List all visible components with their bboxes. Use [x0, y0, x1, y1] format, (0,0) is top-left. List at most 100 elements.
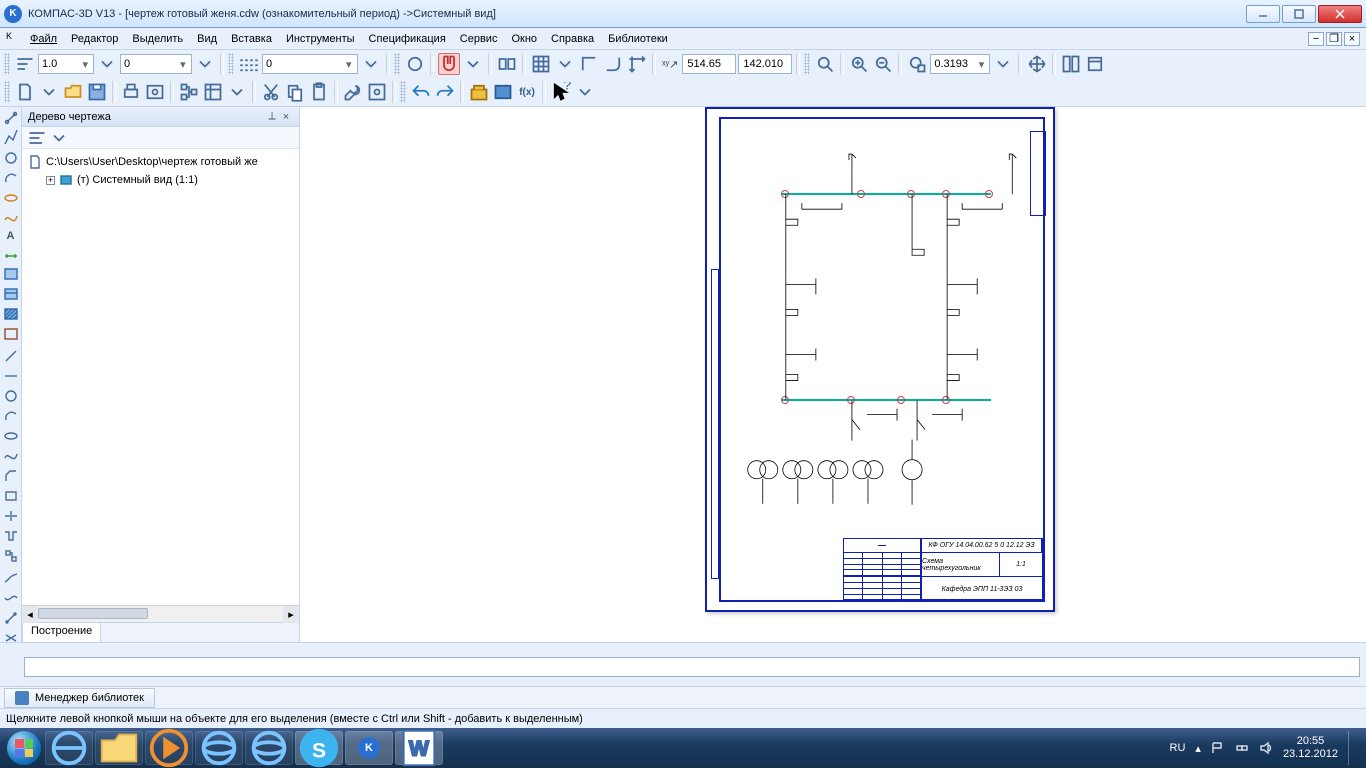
- hatch2-button[interactable]: [2, 325, 20, 343]
- edit-hline-button[interactable]: [2, 367, 20, 385]
- system-tray[interactable]: RU ▴ 20:55 23.12.2012: [1170, 731, 1362, 765]
- minimize-button[interactable]: [1246, 5, 1280, 23]
- toolbar-grip[interactable]: [804, 53, 810, 75]
- round-button[interactable]: [602, 53, 624, 75]
- snap-toggle-button[interactable]: [404, 53, 426, 75]
- edit-spline-button[interactable]: [2, 447, 20, 465]
- mdi-close-button[interactable]: ×: [1344, 32, 1360, 46]
- menu-select[interactable]: Выделить: [126, 31, 189, 47]
- toolbar-grip[interactable]: [228, 53, 234, 75]
- layer-combo[interactable]: ▾: [120, 54, 192, 74]
- layer-more-button[interactable]: [194, 53, 216, 75]
- local-cs-button[interactable]: [626, 53, 648, 75]
- geom-arc-button[interactable]: [2, 169, 20, 187]
- mdi-minimize-button[interactable]: −: [1308, 32, 1324, 46]
- menu-file[interactable]: Файл: [24, 31, 63, 47]
- panel-tab[interactable]: Построение: [22, 622, 101, 642]
- zoom-combo[interactable]: ▾: [930, 54, 990, 74]
- grid-button[interactable]: [530, 53, 552, 75]
- ortho-button[interactable]: [578, 53, 600, 75]
- geom-spline-button[interactable]: [2, 209, 20, 227]
- expand-icon[interactable]: +: [46, 176, 55, 185]
- close-button[interactable]: [1318, 5, 1362, 23]
- geom-ellipse-button[interactable]: [2, 189, 20, 207]
- toolbar-grip[interactable]: [394, 53, 400, 75]
- geom-circle-button[interactable]: [2, 149, 20, 167]
- taskbar-ie2-button[interactable]: [195, 731, 243, 765]
- snap-settings-button[interactable]: [462, 53, 484, 75]
- current-state-button[interactable]: [14, 53, 36, 75]
- maximize-button[interactable]: [1282, 5, 1316, 23]
- tree-root-node[interactable]: C:\Users\User\Desktop\чертеж готовый же: [22, 153, 299, 171]
- hatch-button[interactable]: [2, 305, 20, 323]
- scroll-thumb[interactable]: [38, 608, 148, 619]
- tray-chevron-icon[interactable]: ▴: [1195, 742, 1201, 755]
- taskbar-kompas-button[interactable]: K: [345, 731, 393, 765]
- edit-ellipse-button[interactable]: [2, 427, 20, 445]
- menu-window[interactable]: Окно: [505, 31, 543, 47]
- style-combo[interactable]: ▾: [262, 54, 358, 74]
- menu-help[interactable]: Справка: [545, 31, 600, 47]
- tray-network-icon[interactable]: [1235, 741, 1249, 755]
- table-button[interactable]: [2, 265, 20, 283]
- zoom-in-button[interactable]: [848, 53, 870, 75]
- zoom-input[interactable]: [934, 58, 976, 70]
- tree-hscroll[interactable]: ◂ ▸: [22, 605, 299, 622]
- zoom-out-button[interactable]: [872, 53, 894, 75]
- style-more-button[interactable]: [360, 53, 382, 75]
- mdi-restore-button[interactable]: ❐: [1326, 32, 1342, 46]
- cut-button[interactable]: [260, 81, 282, 103]
- menu-insert[interactable]: Вставка: [225, 31, 278, 47]
- paste-button[interactable]: [308, 81, 330, 103]
- new-dd-button[interactable]: [38, 81, 60, 103]
- table2-button[interactable]: [2, 285, 20, 303]
- menu-spec[interactable]: Спецификация: [363, 31, 452, 47]
- edit-conn-button[interactable]: [2, 527, 20, 545]
- tree-body[interactable]: C:\Users\User\Desktop\чертеж готовый же …: [22, 149, 299, 605]
- tray-volume-icon[interactable]: [1259, 741, 1273, 755]
- copy-button[interactable]: [284, 81, 306, 103]
- variables-button[interactable]: [492, 81, 514, 103]
- linestyle-button[interactable]: [238, 53, 260, 75]
- tree-dd-button[interactable]: [48, 127, 70, 149]
- zoom-dd-button[interactable]: [992, 53, 1014, 75]
- print-button[interactable]: [120, 81, 142, 103]
- taskbar-skype-button[interactable]: S: [295, 731, 343, 765]
- scroll-right-button[interactable]: ▸: [283, 606, 299, 623]
- menu-tools[interactable]: Инструменты: [280, 31, 361, 47]
- scroll-left-button[interactable]: ◂: [22, 606, 38, 623]
- toolbar-grip[interactable]: [4, 81, 10, 103]
- pin-button[interactable]: ⟂: [265, 110, 279, 123]
- pan-button[interactable]: [1026, 53, 1048, 75]
- tray-lang[interactable]: RU: [1170, 742, 1186, 754]
- library-manager-tab[interactable]: Менеджер библиотек: [4, 688, 155, 708]
- edit-trim-button[interactable]: [2, 507, 20, 525]
- tray-clock[interactable]: 20:55 23.12.2012: [1283, 735, 1338, 761]
- geom-multiline-button[interactable]: [2, 129, 20, 147]
- edit-line-button[interactable]: [2, 347, 20, 365]
- param-button[interactable]: [496, 53, 518, 75]
- panel-close-button[interactable]: ×: [279, 111, 293, 123]
- edit-arc-button[interactable]: [2, 407, 20, 425]
- help-dd-button[interactable]: [574, 81, 596, 103]
- menu-edit[interactable]: Редактор: [65, 31, 124, 47]
- tree-button[interactable]: [178, 81, 200, 103]
- taskbar-ie3-button[interactable]: [245, 731, 293, 765]
- tree-view-button[interactable]: [26, 127, 48, 149]
- redo-button[interactable]: [434, 81, 456, 103]
- grid-dd-button[interactable]: [554, 53, 576, 75]
- menu-view[interactable]: Вид: [191, 31, 223, 47]
- scale-input[interactable]: [42, 58, 80, 70]
- geom-text-button[interactable]: A: [2, 229, 20, 243]
- tray-flag-icon[interactable]: [1211, 741, 1225, 755]
- taskbar-wmp-button[interactable]: [145, 731, 193, 765]
- dim-button[interactable]: [2, 245, 20, 263]
- preview-button[interactable]: [144, 81, 166, 103]
- command-input[interactable]: [24, 657, 1360, 677]
- toolbar-grip[interactable]: [4, 53, 10, 75]
- save-button[interactable]: [86, 81, 108, 103]
- aux-point-button[interactable]: [2, 609, 20, 627]
- taskbar-explorer-button[interactable]: [95, 731, 143, 765]
- taskbar-word-button[interactable]: W: [395, 731, 443, 765]
- new-button[interactable]: [14, 81, 36, 103]
